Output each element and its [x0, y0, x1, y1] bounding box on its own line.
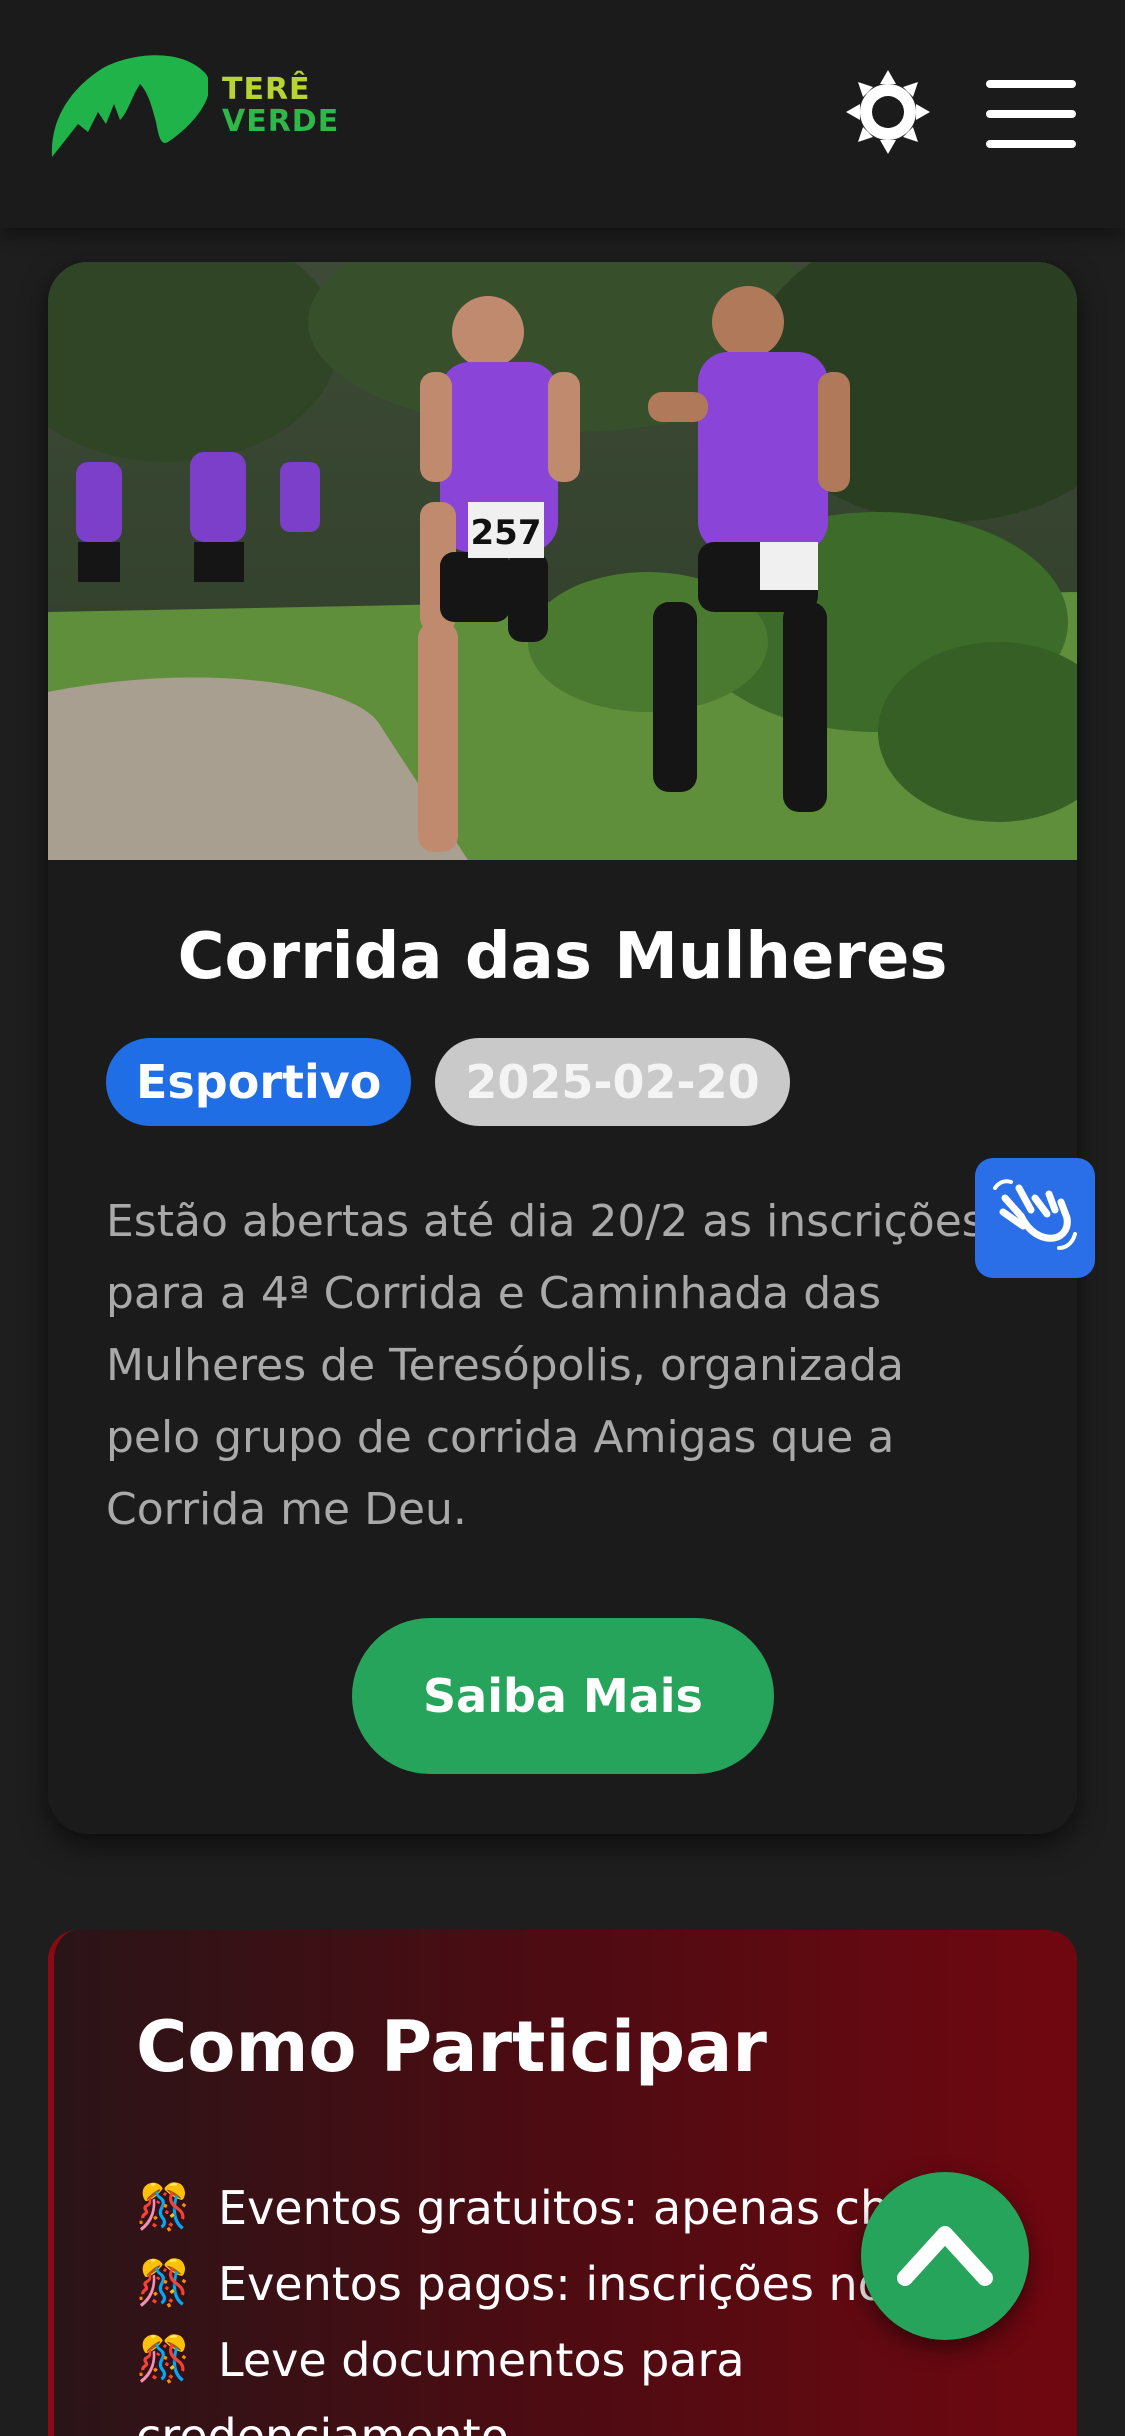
category-badge: Esportivo	[106, 1038, 412, 1126]
list-item-text: credenciamento	[136, 2409, 509, 2436]
svg-text:257: 257	[471, 513, 542, 553]
description-line: Corrida me Deu.	[106, 1484, 467, 1535]
list-item-continuation: credenciamento	[136, 2398, 1077, 2436]
event-title: Corrida das Mulheres	[177, 920, 948, 994]
hamburger-menu-button[interactable]	[986, 80, 1076, 148]
event-description: Estão abertas até dia 20/2 as inscrições…	[106, 1186, 1066, 1546]
description-line: pelo grupo de corrida Amigas que a	[106, 1412, 895, 1463]
description-line: para a 4ª Corrida e Caminhada das	[106, 1268, 882, 1319]
logo-line-2: VERDE	[222, 104, 340, 139]
sign-language-hands-icon	[993, 1179, 1077, 1250]
menu-bar	[986, 110, 1076, 118]
mountain-logo-icon	[51, 55, 208, 157]
menu-bar	[986, 140, 1076, 148]
learn-more-button[interactable]: Saiba Mais	[352, 1618, 774, 1774]
confetti-icon: 🎊	[136, 2258, 191, 2309]
section-title: Como Participar	[136, 2006, 767, 2088]
list-item-text: Leve documentos para	[218, 2333, 745, 2387]
menu-bar	[986, 80, 1076, 88]
event-photo: 257	[48, 262, 1077, 860]
sun-icon	[846, 70, 930, 154]
theme-toggle-button[interactable]	[846, 70, 930, 154]
back-to-top-button[interactable]	[861, 2172, 1029, 2340]
date-badge: 2025-02-20	[435, 1038, 790, 1126]
confetti-icon: 🎊	[136, 2182, 191, 2233]
logo-wordmark: TERÊ VERDE	[222, 74, 339, 138]
logo-line-1: TERÊ	[222, 72, 311, 107]
confetti-icon: 🎊	[136, 2334, 191, 2385]
chevron-up-icon	[897, 2226, 993, 2286]
list-item-text: Eventos pagos: inscrições no	[218, 2257, 886, 2311]
site-logo[interactable]: TERÊ VERDE	[48, 52, 348, 172]
list-item-text: Eventos gratuitos: apenas che	[218, 2181, 918, 2235]
site-header: TERÊ VERDE	[0, 0, 1125, 228]
event-card: 257 Corrida das Mulheres Esportivo 2025-…	[48, 262, 1077, 1834]
description-line: Mulheres de Teresópolis, organizada	[106, 1340, 905, 1391]
description-line: Estão abertas até dia 20/2 as inscrições	[106, 1196, 985, 1247]
sign-language-button[interactable]	[975, 1158, 1095, 1278]
event-badges: Esportivo 2025-02-20	[106, 1038, 790, 1126]
